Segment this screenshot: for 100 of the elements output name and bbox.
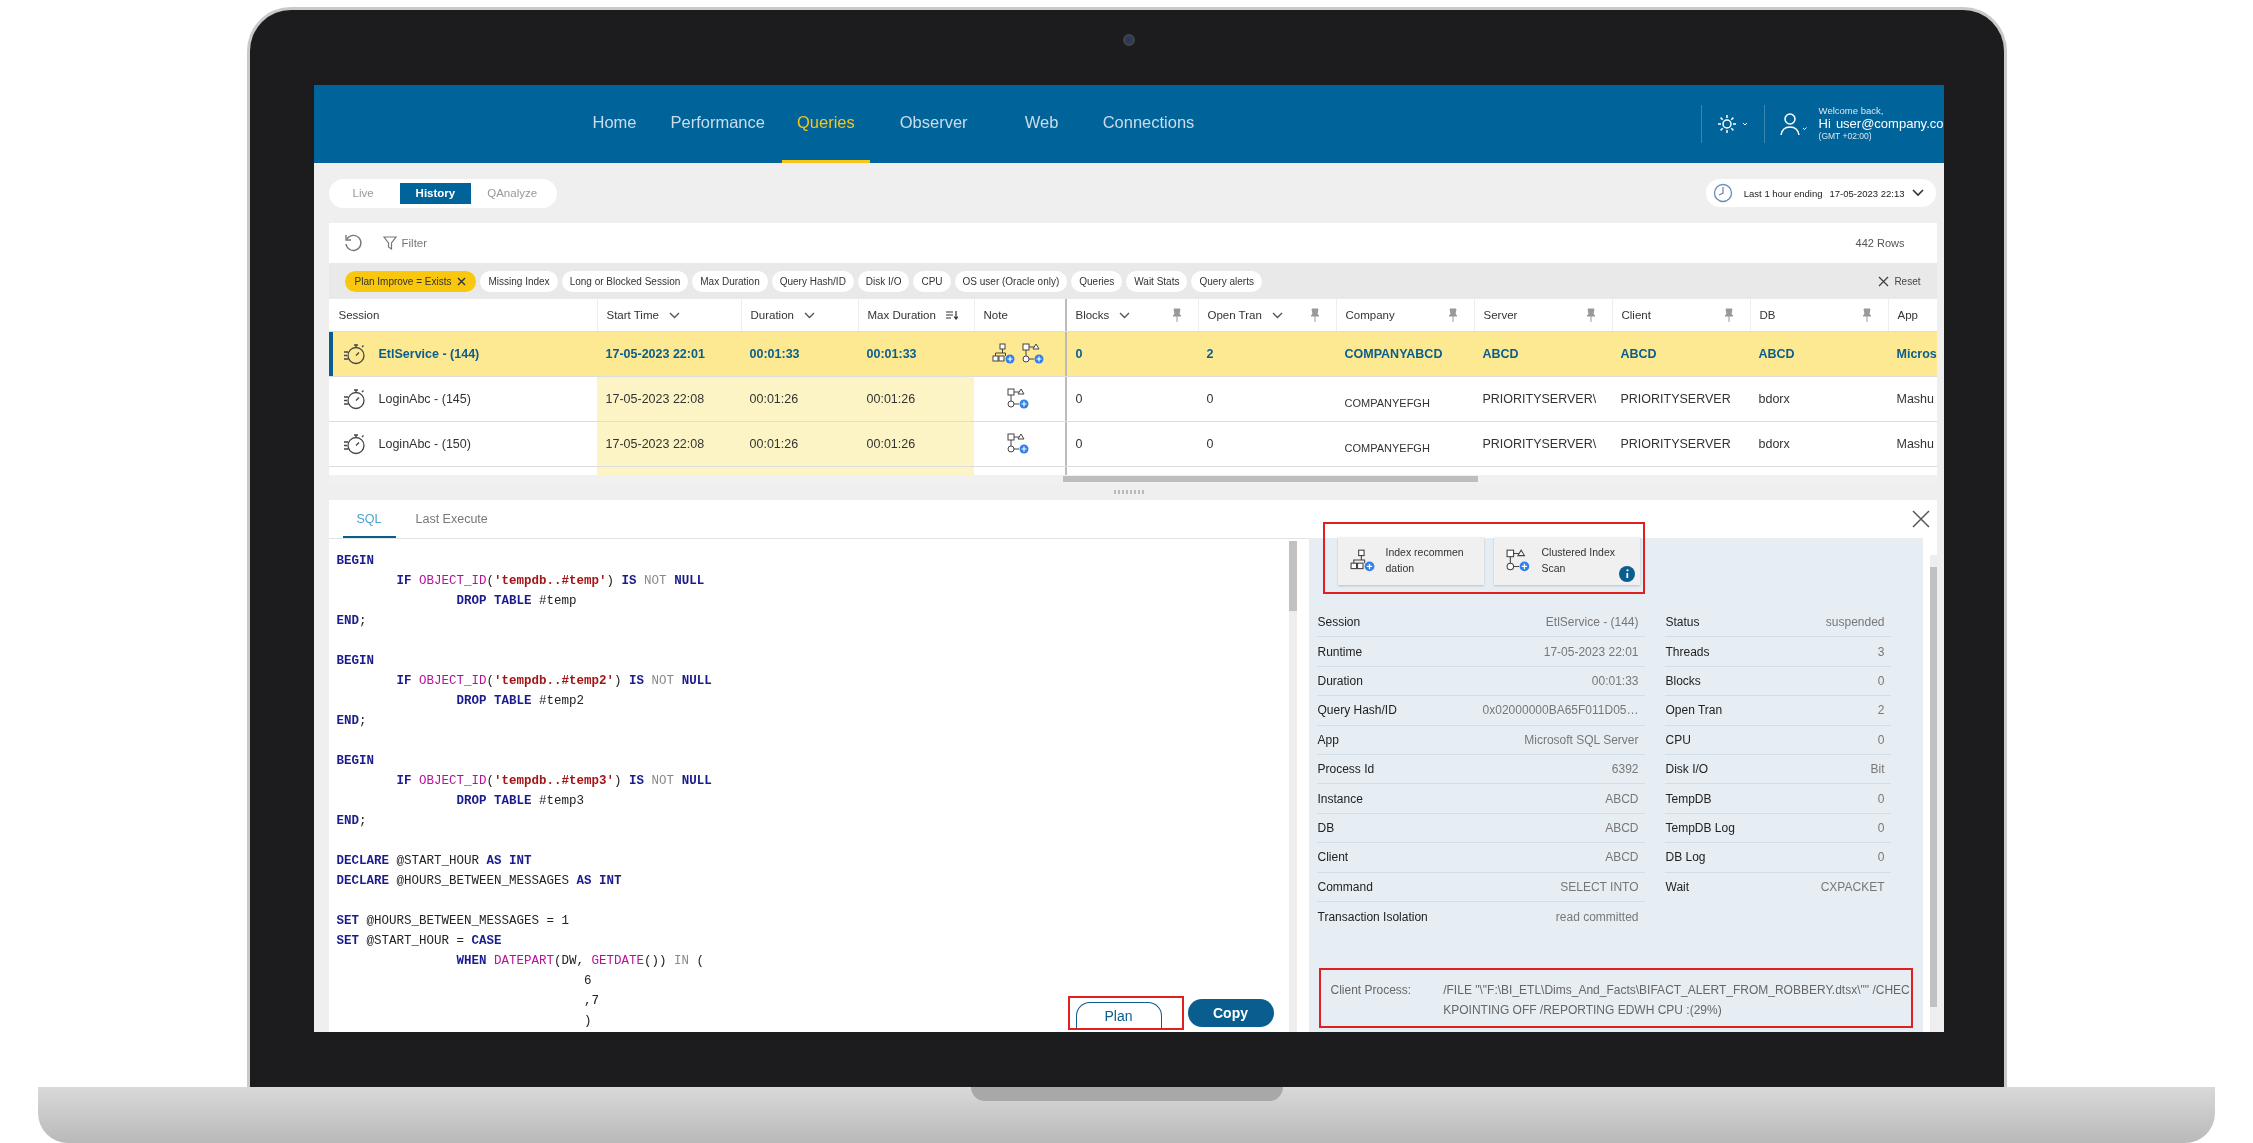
filter-chip[interactable]: Query Hash/ID [771,270,854,292]
chevron-down-icon [1911,189,1924,197]
nav-tab[interactable]: Observer [869,85,998,163]
column-header[interactable]: Open Tran [1207,309,1262,321]
table-row[interactable]: LoginAbc - (150) 17-05-2023 22:08 00:01:26 00:01:26 0 0 COMPANYEFGH PRIORITYSERVER\ PRIORITYSERVER bdorx Mashu [328,422,1937,467]
filter-chip[interactable]: Disk I/O [857,270,910,292]
filter-chip[interactable]: CPU [913,270,951,292]
field-label: DB Log [1665,850,1706,865]
filter-chip[interactable]: Queries [1071,270,1123,292]
column-header[interactable]: Max Duration [867,309,936,321]
settings-icon[interactable] [1715,113,1750,135]
camera-dot [1122,34,1135,46]
stopwatch-icon [342,342,367,366]
recommendation-card[interactable]: Index recommendation [1337,537,1484,585]
nav-tab[interactable]: Home [575,85,654,163]
table-row[interactable]: EtlService - (144) 17-05-2023 22:01 00:01:33 00:01:33 0 2 COMPANYABCD ABCD ABCD ABCD Micros [328,332,1937,377]
column-header[interactable]: Company [1345,309,1395,321]
column-header[interactable]: Note [983,309,1008,321]
pin-icon[interactable] [1447,308,1458,322]
pin-icon[interactable] [1723,308,1734,322]
table-cell-text: Mashu [1895,391,1936,408]
nav-tab[interactable]: Connections [1085,85,1212,163]
panel-tab[interactable]: Last Execute [401,512,502,538]
chevron-down-icon[interactable] [1119,311,1131,319]
vertical-scrollbar[interactable] [1288,541,1297,611]
field-label: Duration [1317,673,1363,688]
welcome-text: Welcome back, [1818,106,1885,118]
field-value: Bit [1870,762,1885,777]
table-cell-text: bdorx [1757,391,1791,408]
row-count: 442 Rows [1855,237,1905,249]
table-cell: 00:01:26 [857,377,974,421]
column-header[interactable]: DB [1759,309,1776,321]
user-icon[interactable] [1778,111,1809,137]
client-process-label: Client Process: [1330,982,1412,999]
horizontal-scrollbar[interactable] [1062,476,1478,482]
field-value: 0 [1877,732,1885,747]
time-range-picker[interactable]: Last 1 hour ending 17-05-2023 22:13 [1705,179,1936,207]
user-email: user@company.co [1835,117,1944,132]
filter-button[interactable]: Filter [376,235,434,251]
table-row[interactable]: LoginAbc - (145) 17-05-2023 22:08 00:01:26 00:01:26 0 0 COMPANYEFGH PRIORITYSERVER\ PRIORITYSERVER bdorx Mashu [328,377,1937,422]
column-header[interactable]: Server [1483,309,1518,321]
copy-button[interactable]: Copy [1187,999,1274,1027]
sort-descending-icon[interactable] [945,310,958,320]
filter-chip[interactable]: Missing Index [480,270,558,292]
stopwatch-icon [342,387,367,411]
close-icon[interactable] [457,276,467,286]
chevron-down-icon[interactable] [668,311,680,319]
table-cell: 00:01:26 [740,377,858,421]
column-header[interactable]: Duration [750,309,794,321]
field-label: Instance [1317,791,1363,806]
reset-button[interactable]: Reset [1872,274,1927,288]
vertical-scrollbar[interactable] [1929,567,1937,1007]
nav-tab[interactable]: Web [997,85,1086,163]
table-cell: 0 [1064,377,1198,421]
filter-chip[interactable]: Query alerts [1191,270,1262,292]
column-header[interactable]: Client [1621,309,1651,321]
field-label: Transaction Isolation [1317,909,1428,924]
resize-handle[interactable] [1113,490,1144,494]
filter-chip[interactable]: OS user (Oracle only) [954,270,1068,292]
column-header[interactable]: Blocks [1075,309,1110,321]
field-value: 0 [1877,791,1885,806]
field-value: ABCD [1605,820,1639,835]
table-cell-text: PRIORITYSERVER [1619,436,1732,453]
filter-chip[interactable]: Wait Stats [1126,270,1188,292]
plan-button[interactable]: Plan [1075,1002,1162,1028]
pin-icon[interactable] [1171,308,1182,322]
column-header[interactable]: Start Time [606,309,659,321]
field-label: DB [1317,820,1335,835]
nav-tab[interactable]: Queries [782,85,870,163]
column-header[interactable]: App [1897,309,1918,321]
chevron-down-icon[interactable] [803,311,815,319]
filter-chip[interactable]: Max Duration [692,270,768,292]
timezone-text: (GMT +02:00) [1818,132,1873,142]
info-icon[interactable] [1618,566,1635,582]
table-cell-text: 00:01:33 [748,346,801,363]
table-cell-text: COMPANYEFGH [1343,441,1431,456]
field-label: Threads [1665,644,1710,659]
close-icon[interactable] [1911,510,1930,528]
chevron-down-icon[interactable] [1271,311,1283,319]
table-cell-text: 0 [1205,436,1215,453]
filter-chip[interactable]: Plan Improve = Exists [344,270,477,292]
plan-diagram-icon [1007,433,1031,455]
field-value: 2 [1877,703,1885,718]
pin-icon[interactable] [1585,308,1596,322]
table-cell-text: COMPANYABCD [1343,346,1444,363]
refresh-icon[interactable] [342,233,363,253]
pin-icon[interactable] [1861,308,1872,322]
field-label: App [1317,732,1339,747]
table-cell-text: 00:01:33 [865,346,918,363]
filter-chip[interactable]: Long or Blocked Session [561,270,689,292]
field-label: Status [1665,615,1700,630]
table-cell: 17-05-2023 22:08 [596,422,741,466]
field-value: read committed [1555,909,1639,924]
nav-tab[interactable]: Performance [653,85,782,163]
field-label: Query Hash/ID [1317,703,1397,718]
table-cell-text: 0 [1205,391,1215,408]
mode-tab[interactable]: History [399,182,472,204]
pin-icon[interactable] [1309,308,1320,322]
recommendation-card[interactable]: Clustered Index Scan [1493,537,1640,585]
column-header[interactable]: Session [338,309,380,321]
